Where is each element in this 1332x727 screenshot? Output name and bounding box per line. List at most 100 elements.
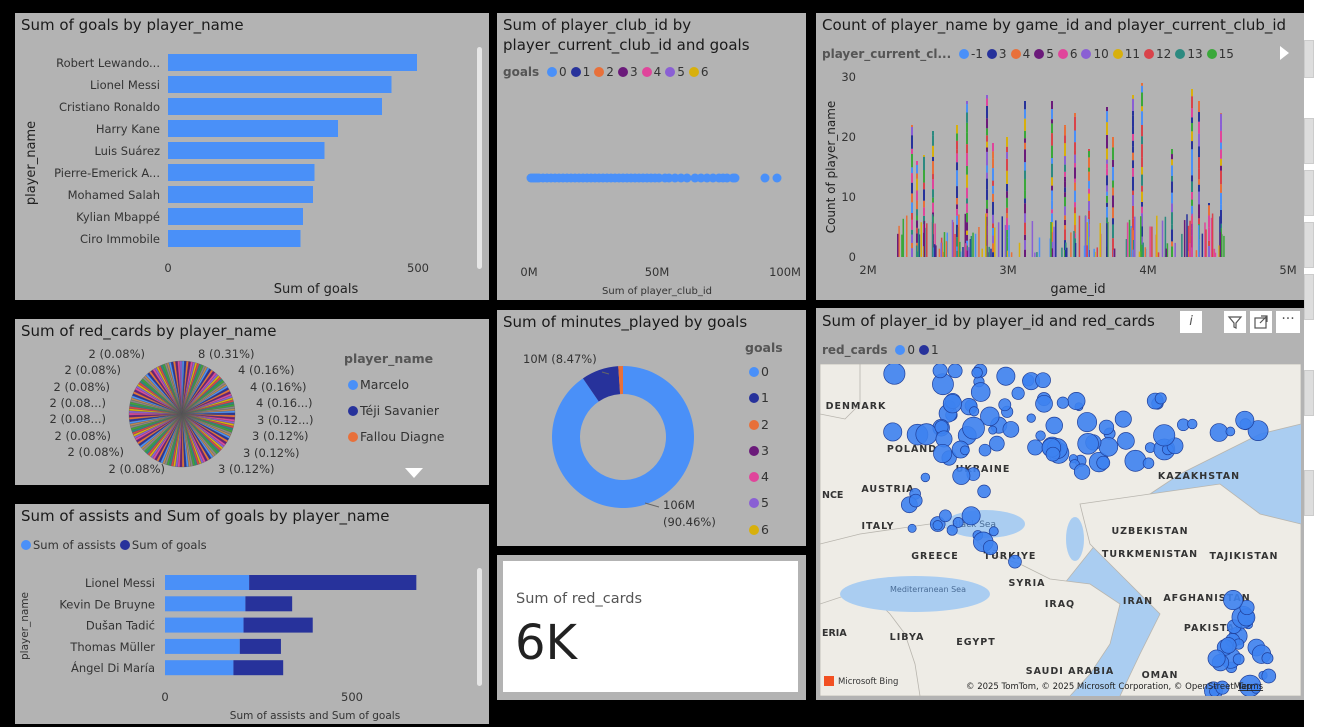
map-bubble xyxy=(1077,432,1099,455)
count-bar-segment xyxy=(1051,123,1053,134)
count-bar-segment xyxy=(966,174,968,188)
filter-icon[interactable] xyxy=(1224,311,1246,333)
donut-legend-item[interactable]: 1 xyxy=(745,385,783,411)
map-tile[interactable]: Sum of player_id by player_id and red_ca… xyxy=(816,308,1305,700)
count-bar-segment xyxy=(1208,215,1210,228)
count-bar-segment xyxy=(1171,241,1173,247)
count-bar-segment xyxy=(1106,185,1108,192)
count-bar xyxy=(940,242,942,257)
count-bar-segment xyxy=(986,141,988,148)
map-legend-item[interactable]: 1 xyxy=(915,343,939,357)
count-bar-segment xyxy=(1064,187,1066,193)
focus-mode-icon[interactable] xyxy=(1250,311,1272,333)
count-bar-segment xyxy=(1006,183,1008,192)
count-by-game-tile[interactable]: Count of player_name by game_id and play… xyxy=(816,13,1305,300)
map-bubble xyxy=(947,364,963,379)
count-bar-segment xyxy=(1024,130,1026,139)
donut-legend-item[interactable]: 4 xyxy=(745,464,783,490)
count-bar-segment xyxy=(1006,158,1008,171)
count-bar xyxy=(1174,242,1176,257)
y-axis-title: player_name xyxy=(24,121,39,205)
red-cards-pie-tile[interactable]: Sum of red_cards by player_name 2 (0.08%… xyxy=(15,319,489,485)
pie-legend-item[interactable]: Téji Savanier xyxy=(344,398,445,424)
map-bubble xyxy=(1207,649,1226,668)
count-bar xyxy=(926,223,928,257)
count-bar xyxy=(1134,216,1136,257)
count-bar xyxy=(1070,232,1072,257)
x-axis-title: game_id xyxy=(1050,282,1105,297)
bing-logo: Microsoft Bing xyxy=(838,677,898,687)
goals-chart-scrollbar[interactable] xyxy=(477,47,482,269)
count-bar-segment xyxy=(916,200,918,210)
count-bar-segment xyxy=(1064,206,1066,216)
count-bar xyxy=(1066,247,1068,257)
club-id-tile[interactable]: Sum of player_club_id by player_current_… xyxy=(497,13,806,300)
red-cards-card-tile[interactable]: Sum of red_cards 6K xyxy=(497,555,806,700)
map-bubble xyxy=(1209,423,1229,442)
donut-label-big-value: 106M xyxy=(663,498,695,512)
x-tick: 2M xyxy=(859,263,876,277)
map-bubble xyxy=(1027,439,1044,456)
legend-scroll-down-icon[interactable] xyxy=(405,468,423,478)
map-legend-item[interactable]: 0 xyxy=(891,343,915,357)
country-label: GREECE xyxy=(911,551,959,562)
map-legend-label: 1 xyxy=(930,343,939,357)
count-bar xyxy=(902,218,905,257)
donut-legend-marker xyxy=(749,524,759,535)
count-bar-segment xyxy=(1191,89,1193,97)
count-bar-segment xyxy=(1074,202,1076,208)
count-bar-segment xyxy=(1051,133,1053,146)
category-label: Mohamed Salah xyxy=(68,188,160,202)
count-bar-segment xyxy=(1088,200,1090,211)
club-scatter-chart[interactable]: 0M 50M 100M Sum of player_club_id xyxy=(497,13,806,300)
y-axis-title: Count of player_name xyxy=(824,101,838,234)
donut-legend-item[interactable]: 5 xyxy=(745,490,783,516)
count-bar-segment xyxy=(1220,130,1222,143)
assists-chart-scrollbar[interactable] xyxy=(477,568,482,686)
bubble-map[interactable]: DENMARKPOLANDUKRAINEKAZAKHSTANAUSTRIAITA… xyxy=(820,364,1301,696)
count-bar-segment xyxy=(1171,165,1173,176)
goals-bar-chart[interactable]: Robert Lewando... Lionel Messi Cristiano R… xyxy=(15,13,489,300)
assists-goals-tile[interactable]: Sum of assists and Sum of goals by playe… xyxy=(15,504,489,724)
count-bar xyxy=(1053,226,1055,257)
count-bar-segment xyxy=(1141,111,1143,125)
goals-by-player-tile[interactable]: Sum of goals by player_name Robert Lewan… xyxy=(15,13,489,300)
assists-goals-bar-chart[interactable]: Lionel Messi Kevin De Bruyne Dušan Tadić Th… xyxy=(15,504,489,724)
map-bubble xyxy=(1154,392,1167,405)
map-bubble xyxy=(1187,418,1198,430)
donut-legend-label: 6 xyxy=(761,521,769,537)
donut-legend-item[interactable]: 6 xyxy=(745,517,783,543)
donut-label-small: 10M (8.47%) xyxy=(523,352,597,366)
donut-legend-item[interactable]: 2 xyxy=(745,412,783,438)
count-bar-segment xyxy=(1106,159,1108,164)
count-bar xyxy=(1050,222,1052,257)
info-icon[interactable]: i xyxy=(1180,311,1202,333)
count-bar xyxy=(981,248,983,257)
count-bar xyxy=(1036,252,1038,257)
count-bar-segment xyxy=(923,156,925,171)
count-bar-segment xyxy=(1024,249,1026,257)
count-bar-segment xyxy=(1171,203,1173,213)
count-column-chart[interactable]: 01020302M 3M 4M 5Mgame_idCount of player_na… xyxy=(816,13,1305,300)
count-bar-segment xyxy=(1198,133,1200,147)
count-bar-segment xyxy=(1051,119,1053,124)
x-axis-title: Sum of assists and Sum of goals xyxy=(230,710,400,722)
count-bar-segment xyxy=(966,203,968,213)
count-bar xyxy=(1096,247,1099,257)
more-options-icon[interactable]: ··· xyxy=(1276,311,1300,333)
donut-legend-item[interactable]: 0 xyxy=(745,359,783,385)
count-bar-segment xyxy=(1088,157,1090,168)
count-bar-segment xyxy=(1051,145,1053,159)
map-bubble xyxy=(1077,412,1098,433)
count-bar-segment xyxy=(932,202,934,213)
pie-legend-item[interactable]: Marcelo xyxy=(344,372,445,398)
donut-legend-item[interactable]: 3 xyxy=(745,438,783,464)
pie-label: 3 (0.12%) xyxy=(218,462,274,476)
minutes-donut-tile[interactable]: Sum of minutes_played by goals 10M (8.47… xyxy=(497,310,806,546)
count-bar-segment xyxy=(1112,187,1114,196)
count-bar-segment xyxy=(956,237,958,247)
pie-legend-item[interactable]: Fallou Diagne xyxy=(344,424,445,450)
count-bar-segment xyxy=(986,208,988,214)
count-bar-segment xyxy=(992,193,994,202)
count-bar-segment xyxy=(1132,205,1134,219)
